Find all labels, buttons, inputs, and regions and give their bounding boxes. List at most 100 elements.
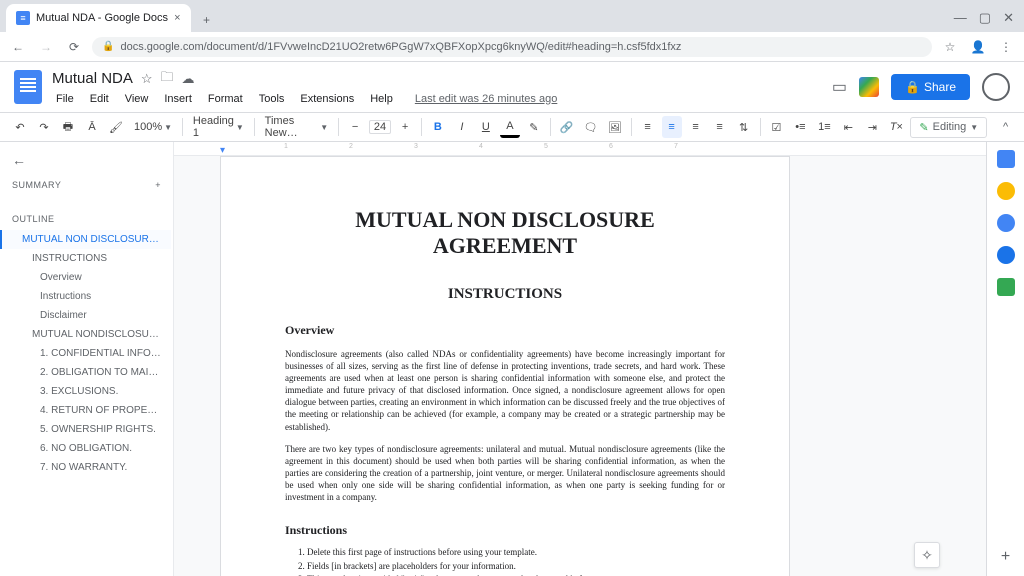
menu-help[interactable]: Help xyxy=(366,91,397,107)
cloud-icon[interactable]: ☁ xyxy=(182,71,195,87)
menu-bar: File Edit View Insert Format Tools Exten… xyxy=(52,91,561,107)
last-edit-link[interactable]: Last edit was 26 minutes ago xyxy=(411,91,561,107)
line-spacing-button[interactable]: ⇅ xyxy=(734,116,754,138)
doc-heading-instructions[interactable]: INSTRUCTIONS xyxy=(285,286,725,303)
doc-ordered-list[interactable]: Delete this first page of instructions b… xyxy=(285,546,725,576)
maps-icon[interactable] xyxy=(997,278,1015,296)
font-size-increase[interactable]: + xyxy=(395,116,415,138)
doc-title[interactable]: Mutual NDA xyxy=(52,70,133,87)
minimize-icon[interactable]: — xyxy=(954,10,967,26)
underline-button[interactable]: U xyxy=(476,116,496,138)
outline-back-button[interactable]: ← xyxy=(2,146,171,174)
present-icon[interactable] xyxy=(859,77,879,97)
maximize-icon[interactable]: ▢ xyxy=(979,10,991,26)
numbered-list-button[interactable]: 1≡ xyxy=(814,116,834,138)
checklist-button[interactable]: ☑ xyxy=(766,116,786,138)
list-item[interactable]: Delete this first page of instructions b… xyxy=(307,546,725,558)
move-icon[interactable]: 🗀 xyxy=(161,68,174,90)
outline-item[interactable]: 2. OBLIGATION TO MAINTAI… xyxy=(2,363,171,382)
explore-button[interactable]: ✧ xyxy=(914,542,940,568)
spellcheck-button[interactable]: Ā xyxy=(82,116,102,138)
doc-heading-title[interactable]: MUTUAL NON DISCLOSURE AGREEMENT xyxy=(285,207,725,260)
reload-button[interactable]: ⟳ xyxy=(64,37,84,57)
highlight-button[interactable]: ✎ xyxy=(524,116,544,138)
paragraph-style-select[interactable]: Heading 1▼ xyxy=(189,115,248,139)
menu-file[interactable]: File xyxy=(52,91,78,107)
meet-icon[interactable]: ▭ xyxy=(832,77,847,97)
undo-button[interactable]: ↶ xyxy=(10,116,30,138)
document-page[interactable]: MUTUAL NON DISCLOSURE AGREEMENT INSTRUCT… xyxy=(220,156,790,576)
menu-tools[interactable]: Tools xyxy=(255,91,289,107)
menu-insert[interactable]: Insert xyxy=(160,91,196,107)
redo-button[interactable]: ↷ xyxy=(34,116,54,138)
close-window-icon[interactable]: ✕ xyxy=(1003,10,1014,26)
forward-button[interactable]: → xyxy=(36,37,56,57)
docs-logo-icon[interactable] xyxy=(14,70,42,104)
clear-format-button[interactable]: T× xyxy=(886,116,906,138)
font-size-decrease[interactable]: − xyxy=(345,116,365,138)
align-left-button[interactable]: ≡ xyxy=(638,116,658,138)
font-select[interactable]: Times New…▼ xyxy=(261,115,333,139)
outline-item[interactable]: 5. OWNERSHIP RIGHTS. xyxy=(2,420,171,439)
share-button[interactable]: 🔒Share xyxy=(891,74,970,100)
align-right-button[interactable]: ≡ xyxy=(686,116,706,138)
comment-button[interactable]: 🗨 xyxy=(581,116,601,138)
doc-heading-instr2[interactable]: Instructions xyxy=(285,523,725,538)
paint-format-button[interactable]: 🖌 xyxy=(106,116,126,138)
back-button[interactable]: ← xyxy=(8,37,28,57)
print-button[interactable]: 🖶 xyxy=(58,116,78,138)
bookmark-icon[interactable]: ☆ xyxy=(940,37,960,57)
star-icon[interactable]: ☆ xyxy=(141,71,153,87)
document-canvas[interactable]: 1234567 ▾ MUTUAL NON DISCLOSURE AGREEMEN… xyxy=(174,142,986,576)
contacts-icon[interactable] xyxy=(997,246,1015,264)
outline-item[interactable]: Disclaimer xyxy=(2,306,171,325)
list-item[interactable]: Fields [in brackets] are placeholders fo… xyxy=(307,560,725,572)
menu-format[interactable]: Format xyxy=(204,91,247,107)
summary-section: SUMMARY+ xyxy=(2,174,171,196)
profile-icon[interactable]: 👤 xyxy=(968,37,988,57)
text-color-button[interactable]: A xyxy=(500,116,520,138)
italic-button[interactable]: I xyxy=(452,116,472,138)
collapse-toolbar-button[interactable]: ^ xyxy=(997,117,1014,137)
link-button[interactable]: 🔗 xyxy=(557,116,577,138)
browser-tab[interactable]: ≡ Mutual NDA - Google Docs × xyxy=(6,4,191,32)
keep-icon[interactable] xyxy=(997,182,1015,200)
formatting-toolbar: ↶ ↷ 🖶 Ā 🖌 100%▼ Heading 1▼ Times New…▼ −… xyxy=(0,112,1024,142)
doc-heading-overview[interactable]: Overview xyxy=(285,323,725,338)
browser-menu-icon[interactable]: ⋮ xyxy=(996,37,1016,57)
doc-paragraph[interactable]: Nondisclosure agreements (also called ND… xyxy=(285,348,725,433)
outline-item[interactable]: 7. NO WARRANTY. xyxy=(2,458,171,477)
mode-select[interactable]: ✎Editing▼ xyxy=(910,117,987,138)
align-justify-button[interactable]: ≡ xyxy=(710,116,730,138)
account-avatar[interactable] xyxy=(982,73,1010,101)
outline-item[interactable]: 3. EXCLUSIONS. xyxy=(2,382,171,401)
image-button[interactable]: 🖼 xyxy=(605,116,625,138)
new-tab-button[interactable]: + xyxy=(195,8,219,32)
bullet-list-button[interactable]: •≡ xyxy=(790,116,810,138)
add-panel-icon[interactable]: + xyxy=(1001,548,1010,566)
calendar-icon[interactable] xyxy=(997,150,1015,168)
doc-paragraph[interactable]: There are two key types of nondisclosure… xyxy=(285,443,725,504)
horizontal-ruler[interactable]: 1234567 ▾ xyxy=(174,142,986,156)
outline-item[interactable]: INSTRUCTIONS xyxy=(2,249,171,268)
outdent-button[interactable]: ⇤ xyxy=(838,116,858,138)
outline-item[interactable]: 6. NO OBLIGATION. xyxy=(2,439,171,458)
close-tab-icon[interactable]: × xyxy=(174,12,180,24)
zoom-select[interactable]: 100%▼ xyxy=(130,121,176,133)
menu-edit[interactable]: Edit xyxy=(86,91,113,107)
bold-button[interactable]: B xyxy=(428,116,448,138)
tasks-icon[interactable] xyxy=(997,214,1015,232)
url-bar[interactable]: 🔒 docs.google.com/document/d/1FVvweIncD2… xyxy=(92,37,932,57)
menu-extensions[interactable]: Extensions xyxy=(296,91,358,107)
outline-item[interactable]: 1. CONFIDENTIAL INFORMA… xyxy=(2,344,171,363)
align-center-button[interactable]: ≡ xyxy=(662,116,682,138)
outline-item[interactable]: MUTUAL NON DISCLOSURE AG… xyxy=(0,230,171,249)
outline-item[interactable]: MUTUAL NONDISCLOSURE AG… xyxy=(2,325,171,344)
add-summary-icon[interactable]: + xyxy=(155,180,161,190)
outline-item[interactable]: Overview xyxy=(2,268,171,287)
font-size-input[interactable]: 24 xyxy=(369,120,391,134)
outline-item[interactable]: 4. RETURN OF PROPERTY. xyxy=(2,401,171,420)
outline-item[interactable]: Instructions xyxy=(2,287,171,306)
indent-button[interactable]: ⇥ xyxy=(862,116,882,138)
menu-view[interactable]: View xyxy=(121,91,153,107)
